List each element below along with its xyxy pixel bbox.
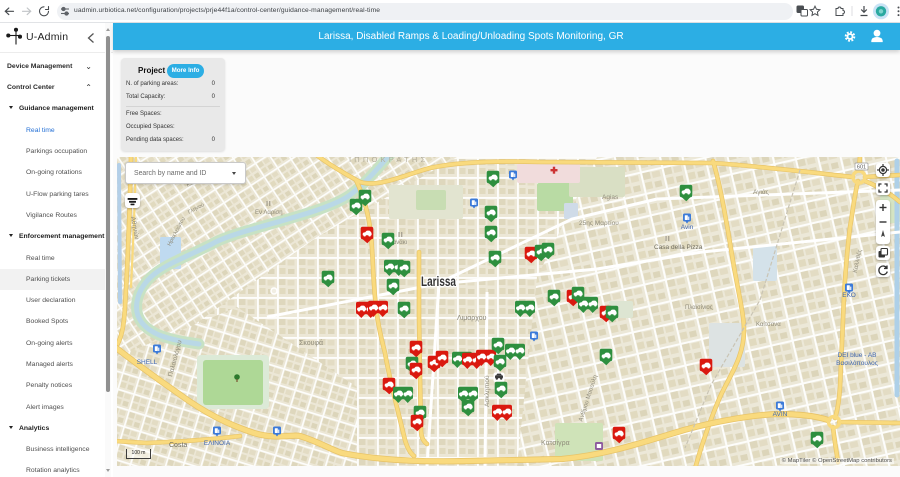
- svg-text:ΙΠΠΟΚΡΑΤΗΣ: ΙΠΠΟΚΡΑΤΗΣ: [349, 157, 428, 164]
- svg-text:Λιμαρχου: Λιμαρχου: [457, 315, 487, 322]
- svg-text:Καίτσανα: Καίτσανα: [756, 322, 781, 328]
- svg-text:SHELL: SHELL: [137, 359, 158, 366]
- svg-text:AVIN: AVIN: [773, 411, 788, 418]
- svg-text:Αγιάς: Αγιάς: [753, 188, 769, 196]
- svg-text:Βασιλόπουλος: Βασιλόπουλος: [836, 359, 878, 367]
- svg-text:25ης Μαρτίου: 25ης Μαρτίου: [579, 219, 619, 227]
- svg-text:DEI blue - AB: DEI blue - AB: [837, 352, 876, 359]
- svg-text:Πλαϊσίνιος: Πλαϊσίνιος: [685, 305, 713, 311]
- svg-text:ΕΛΙΝΟΙΑ: ΕΛΙΝΟΙΑ: [204, 440, 231, 447]
- svg-text:Εν Λαρίση: Εν Λαρίση: [255, 210, 283, 216]
- svg-text:Ασκληπιού: Ασκληπιού: [483, 375, 491, 407]
- svg-text:Σκουφά: Σκουφά: [299, 339, 323, 347]
- svg-text:Avin: Avin: [681, 224, 694, 231]
- svg-text:601: 601: [857, 165, 866, 171]
- svg-text:Costa: Costa: [169, 442, 187, 449]
- svg-text:Casa della Pizza: Casa della Pizza: [654, 244, 703, 251]
- svg-text:Larissa: Larissa: [421, 274, 456, 289]
- svg-text:Agias: Agias: [602, 194, 619, 201]
- svg-text:Κατσίγρα: Κατσίγρα: [541, 439, 570, 447]
